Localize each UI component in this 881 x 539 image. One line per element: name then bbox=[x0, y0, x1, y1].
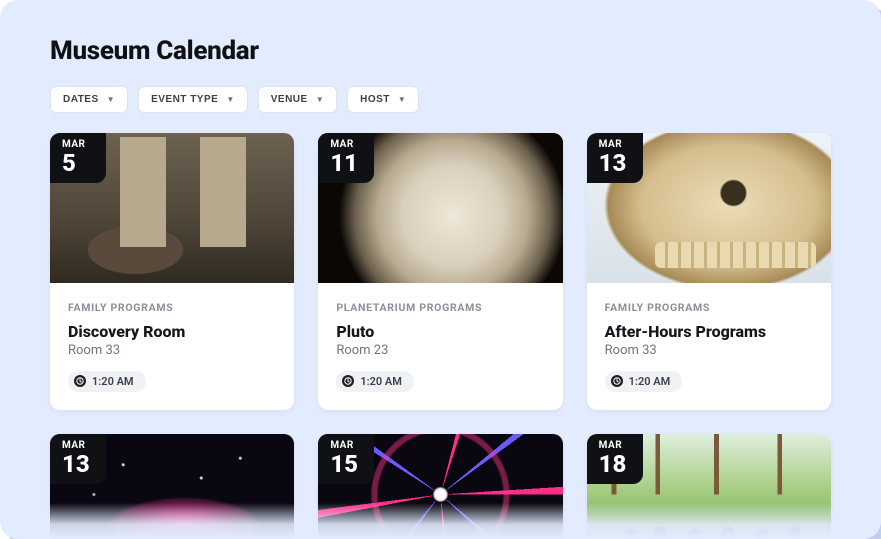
filter-label: EVENT TYPE bbox=[151, 94, 218, 105]
event-time-pill: 1:20 AM bbox=[68, 371, 146, 392]
event-time-pill: 1:20 AM bbox=[605, 371, 683, 392]
page-title: Museum Calendar bbox=[50, 36, 831, 66]
clock-icon bbox=[74, 375, 86, 387]
event-card[interactable]: MAR 11 PLANETARIUM PROGRAMS Pluto Room 2… bbox=[318, 133, 562, 410]
event-image: MAR 5 bbox=[50, 133, 294, 283]
event-title: Pluto bbox=[336, 322, 544, 341]
date-month: MAR bbox=[599, 440, 631, 451]
date-badge: MAR 13 bbox=[50, 434, 106, 484]
event-body: FAMILY PROGRAMS After-Hours Programs Roo… bbox=[587, 283, 831, 410]
filter-label: VENUE bbox=[271, 94, 308, 105]
date-badge: MAR 15 bbox=[318, 434, 374, 484]
filter-bar: DATES ▼ EVENT TYPE ▼ VENUE ▼ HOST ▼ bbox=[50, 86, 831, 113]
date-day: 18 bbox=[599, 452, 631, 476]
date-day: 5 bbox=[62, 151, 94, 175]
date-badge: MAR 18 bbox=[587, 434, 643, 484]
chevron-down-icon: ▼ bbox=[107, 95, 115, 104]
page: Museum Calendar DATES ▼ EVENT TYPE ▼ VEN… bbox=[0, 0, 881, 539]
filter-label: DATES bbox=[63, 94, 99, 105]
event-image: MAR 13 bbox=[50, 434, 294, 539]
filter-label: HOST bbox=[360, 94, 390, 105]
date-day: 11 bbox=[330, 151, 362, 175]
event-grid: MAR 5 FAMILY PROGRAMS Discovery Room Roo… bbox=[50, 133, 831, 539]
event-time: 1:20 AM bbox=[360, 375, 402, 388]
date-badge: MAR 13 bbox=[587, 133, 643, 183]
event-image: MAR 15 bbox=[318, 434, 562, 539]
event-room: Room 23 bbox=[336, 343, 544, 358]
event-room: Room 33 bbox=[68, 343, 276, 358]
event-room: Room 33 bbox=[605, 343, 813, 358]
event-category: FAMILY PROGRAMS bbox=[605, 301, 813, 314]
event-category: FAMILY PROGRAMS bbox=[68, 301, 276, 314]
date-month: MAR bbox=[330, 440, 362, 451]
date-day: 13 bbox=[599, 151, 631, 175]
event-time: 1:20 AM bbox=[92, 375, 134, 388]
event-body: FAMILY PROGRAMS Discovery Room Room 33 1… bbox=[50, 283, 294, 410]
event-category: PLANETARIUM PROGRAMS bbox=[336, 301, 544, 314]
event-body: PLANETARIUM PROGRAMS Pluto Room 23 1:20 … bbox=[318, 283, 562, 410]
filter-venue[interactable]: VENUE ▼ bbox=[258, 86, 337, 113]
date-month: MAR bbox=[62, 440, 94, 451]
event-image: MAR 11 bbox=[318, 133, 562, 283]
event-card[interactable]: MAR 5 FAMILY PROGRAMS Discovery Room Roo… bbox=[50, 133, 294, 410]
event-time-pill: 1:20 AM bbox=[336, 371, 414, 392]
chevron-down-icon: ▼ bbox=[316, 95, 324, 104]
chevron-down-icon: ▼ bbox=[398, 95, 406, 104]
filter-dates[interactable]: DATES ▼ bbox=[50, 86, 128, 113]
app-frame: Museum Calendar DATES ▼ EVENT TYPE ▼ VEN… bbox=[0, 0, 881, 539]
event-image: MAR 13 bbox=[587, 133, 831, 283]
event-card[interactable]: MAR 15 bbox=[318, 434, 562, 539]
event-card[interactable]: MAR 13 bbox=[50, 434, 294, 539]
date-badge: MAR 5 bbox=[50, 133, 106, 183]
event-card[interactable]: MAR 18 bbox=[587, 434, 831, 539]
event-title: After-Hours Programs bbox=[605, 322, 813, 341]
event-image: MAR 18 bbox=[587, 434, 831, 539]
event-card[interactable]: MAR 13 FAMILY PROGRAMS After-Hours Progr… bbox=[587, 133, 831, 410]
event-time: 1:20 AM bbox=[629, 375, 671, 388]
clock-icon bbox=[342, 375, 354, 387]
chevron-down-icon: ▼ bbox=[226, 95, 234, 104]
filter-host[interactable]: HOST ▼ bbox=[347, 86, 419, 113]
filter-event-type[interactable]: EVENT TYPE ▼ bbox=[138, 86, 248, 113]
date-day: 13 bbox=[62, 452, 94, 476]
event-title: Discovery Room bbox=[68, 322, 276, 341]
date-badge: MAR 11 bbox=[318, 133, 374, 183]
clock-icon bbox=[611, 375, 623, 387]
date-day: 15 bbox=[330, 452, 362, 476]
